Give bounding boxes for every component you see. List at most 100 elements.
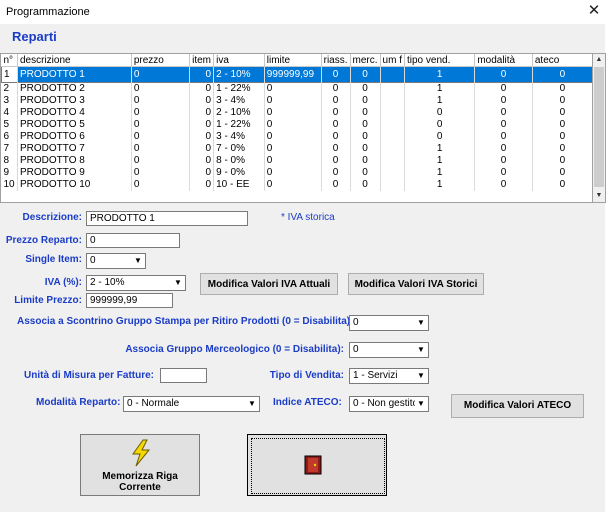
table-cell[interactable]: 0 [321,143,351,155]
table-cell[interactable]: 0 [474,131,533,143]
table-cell[interactable]: 0 [404,107,476,119]
table-cell[interactable]: 0 [532,66,594,83]
chevron-down-icon[interactable]: ▼ [415,398,427,410]
row-number[interactable]: 8 [1,155,18,167]
column-header[interactable]: um f [380,54,405,67]
row-number[interactable]: 10 [1,179,18,191]
table-cell[interactable]: 0 [474,119,533,131]
table-cell[interactable] [380,95,405,107]
row-number[interactable]: 9 [1,167,18,179]
table-cell[interactable]: 0 [189,119,215,131]
table-cell[interactable]: 0 [321,82,351,95]
ateco-select[interactable]: 0 - Non gestito ▼ [349,396,429,412]
table-cell[interactable]: 0 [321,95,351,107]
scroll-down-icon[interactable]: ▼ [593,190,605,202]
single-item-select[interactable]: 0 ▼ [86,253,146,269]
scroll-thumb[interactable] [594,67,604,187]
memorizza-button[interactable]: Memorizza Riga Corrente [80,434,200,496]
table-cell[interactable]: 1 [404,82,476,95]
table-cell[interactable]: 8 - 0% [213,155,265,167]
table-row[interactable]: 6 PRODOTTO 6003 - 4% 0 0 0 0 0 0 [1,131,594,143]
table-cell[interactable]: 0 [189,155,215,167]
modifica-iva-storici-button[interactable]: Modifica Valori IVA Storici [348,273,484,295]
scroll-up-icon[interactable]: ▲ [593,54,605,66]
table-cell[interactable]: 0 [321,107,351,119]
table-cell[interactable]: 0 [131,179,191,191]
table-cell[interactable]: 0 [532,179,594,191]
modalita-select[interactable]: 0 - Normale ▼ [123,396,260,412]
table-cell[interactable] [380,179,405,191]
table-cell[interactable]: 2 - 10% [213,107,265,119]
reparti-grid[interactable]: n° descrizione prezzo item iva limite riass. me… [0,53,594,203]
column-header[interactable]: riass. [321,54,351,67]
table-cell[interactable] [380,155,405,167]
gruppo-stampa-select[interactable]: 0 ▼ [349,315,429,331]
table-cell[interactable]: 0 [350,167,381,179]
table-cell[interactable]: 1 [404,155,476,167]
table-row[interactable]: 7 PRODOTTO 7007 - 0% 0 0 0 1 0 0 [1,143,594,155]
row-number[interactable]: 7 [1,143,18,155]
table-cell[interactable]: 0 [264,155,322,167]
row-number[interactable]: 4 [1,107,18,119]
table-cell[interactable]: 0 [474,179,533,191]
table-cell[interactable]: 0 [131,107,191,119]
row-number[interactable]: 5 [1,119,18,131]
table-cell[interactable]: 0 [321,119,351,131]
table-cell[interactable]: 0 [321,179,351,191]
table-cell[interactable]: 0 [350,131,381,143]
table-cell[interactable] [380,167,405,179]
row-number[interactable]: 1 [1,66,18,83]
table-row[interactable]: 8 PRODOTTO 8008 - 0% 0 0 0 1 0 0 [1,155,594,167]
table-cell[interactable]: PRODOTTO 5 [17,119,132,131]
table-cell[interactable]: 0 [474,82,533,95]
column-header[interactable]: modalità [474,54,533,67]
table-cell[interactable]: 0 [532,119,594,131]
table-cell[interactable]: 0 [189,82,215,95]
grid-scrollbar[interactable]: ▲ ▼ [592,53,606,203]
table-cell[interactable]: 0 [474,95,533,107]
table-cell[interactable]: 0 [532,82,594,95]
table-cell[interactable]: 0 [131,95,191,107]
table-cell[interactable]: 0 [532,95,594,107]
table-cell[interactable]: 0 [321,66,351,83]
table-cell[interactable]: 3 - 4% [213,131,265,143]
table-cell[interactable]: 7 - 0% [213,143,265,155]
table-row[interactable]: 10 PRODOTTO 10 0 0 10 - EE 0 0 0 1 0 0 [1,179,594,191]
table-cell[interactable]: 0 [264,82,322,95]
table-cell[interactable] [380,66,405,83]
table-cell[interactable]: 1 [404,95,476,107]
table-cell[interactable]: 0 [264,179,322,191]
table-cell[interactable]: 0 [532,107,594,119]
table-cell[interactable]: 0 [532,131,594,143]
table-cell[interactable]: 0 [131,131,191,143]
table-cell[interactable]: 0 [264,119,322,131]
table-row[interactable]: 5 PRODOTTO 5001 - 22% 0 0 0 0 0 0 [1,119,594,131]
table-cell[interactable]: 0 [532,155,594,167]
table-cell[interactable]: 0 [131,119,191,131]
row-number[interactable]: 6 [1,131,18,143]
table-cell[interactable]: 0 [350,66,381,83]
table-cell[interactable]: 0 [350,95,381,107]
table-cell[interactable]: 0 [474,143,533,155]
gruppo-merc-select[interactable]: 0 ▼ [349,342,429,358]
table-cell[interactable]: 0 [532,143,594,155]
column-header[interactable]: tipo vend. [404,54,476,67]
table-row[interactable]: 9 PRODOTTO 9009 - 0% 0 0 0 1 0 0 [1,167,594,179]
column-header[interactable]: descrizione [17,54,132,67]
table-cell[interactable]: 1 - 22% [213,119,265,131]
table-cell[interactable]: 0 [474,155,533,167]
table-cell[interactable]: 1 [404,143,476,155]
table-cell[interactable]: 999999,99 [264,66,322,83]
column-header[interactable]: ateco [532,54,594,67]
table-cell[interactable]: 0 [264,95,322,107]
iva-select[interactable]: 2 - 10% ▼ [86,275,186,291]
table-cell[interactable]: 3 - 4% [213,95,265,107]
table-cell[interactable] [380,143,405,155]
table-cell[interactable]: 0 [264,131,322,143]
table-cell[interactable]: PRODOTTO 8 [17,155,132,167]
chevron-down-icon[interactable]: ▼ [415,370,427,382]
table-cell[interactable]: 9 - 0% [213,167,265,179]
table-cell[interactable]: PRODOTTO 10 [17,179,132,191]
exit-button[interactable] [247,434,387,496]
table-cell[interactable]: 0 [532,167,594,179]
